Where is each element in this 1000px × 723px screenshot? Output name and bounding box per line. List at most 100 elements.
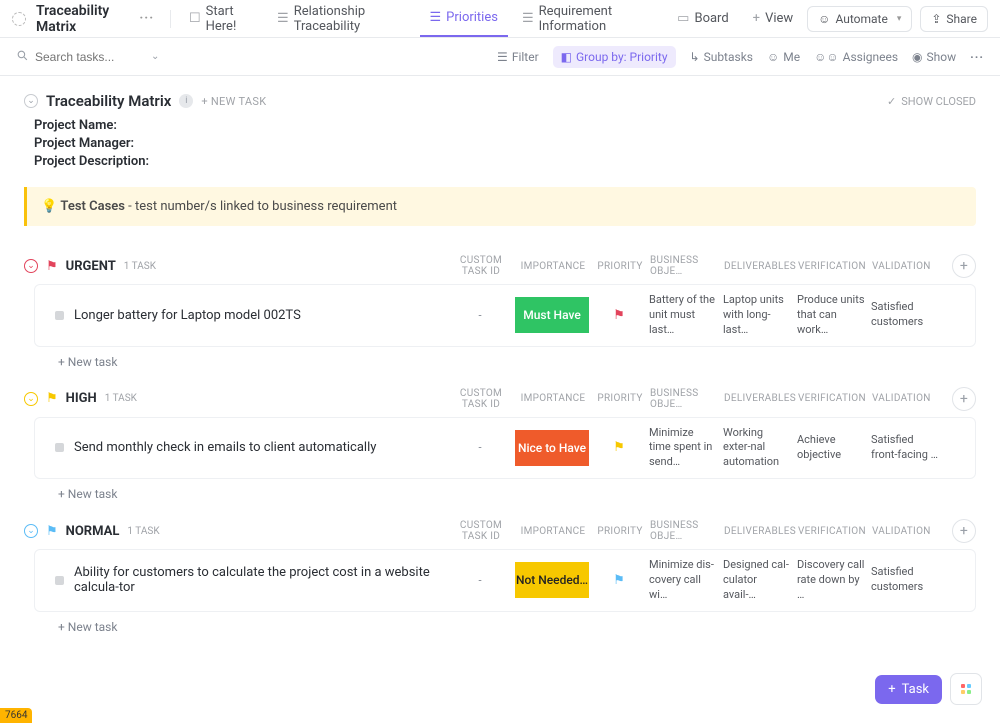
task-count: 1 TASK: [127, 526, 159, 537]
filter-button[interactable]: ☰ Filter: [497, 50, 539, 64]
tab-label: Requirement Information: [539, 4, 654, 34]
col-deliverables[interactable]: DELIVERABLES: [724, 526, 798, 537]
col-validation[interactable]: VALIDATION: [872, 526, 946, 537]
cell-verification[interactable]: Produce units that can work…: [797, 293, 871, 338]
apps-icon: [961, 684, 971, 694]
collapse-all-button[interactable]: ⌄: [24, 94, 38, 108]
cell-deliverables[interactable]: Designed cal-culator avail-…: [723, 558, 797, 603]
col-business-objective[interactable]: BUSINESS OBJE…: [650, 520, 724, 542]
cell-importance[interactable]: Not Needed…: [515, 562, 589, 598]
tab-priorities[interactable]: ☰ Priorities: [420, 0, 508, 37]
cell-validation[interactable]: Satisfied front-facing …: [871, 433, 945, 463]
add-column-button[interactable]: +: [952, 254, 976, 278]
cell-business-objective[interactable]: Minimize time spent in send…: [649, 426, 723, 471]
col-deliverables[interactable]: DELIVERABLES: [724, 393, 798, 404]
cell-verification[interactable]: Achieve objective: [797, 433, 871, 463]
cell-custom-task-id[interactable]: -: [445, 309, 515, 322]
new-task-header-button[interactable]: + NEW TASK: [201, 95, 266, 108]
subtasks-button[interactable]: ↳ Subtasks: [690, 50, 753, 64]
chevron-down-icon[interactable]: ⌄: [151, 51, 159, 62]
col-importance[interactable]: IMPORTANCE: [516, 393, 590, 404]
group-collapse-button[interactable]: ⌄: [24, 392, 38, 406]
page-menu-button[interactable]: ···: [139, 11, 154, 26]
task-title[interactable]: Ability for customers to calculate the p…: [74, 565, 445, 595]
col-validation[interactable]: VALIDATION: [872, 261, 946, 272]
search-input[interactable]: [35, 50, 145, 64]
new-task-button[interactable]: + New task: [58, 355, 976, 369]
col-verification[interactable]: VERIFICATION: [798, 526, 872, 537]
group-header: ⌄⚑NORMAL1 TASKCUSTOM TASK IDIMPORTANCEPR…: [24, 519, 976, 549]
cell-priority[interactable]: ⚑: [589, 573, 649, 588]
top-bar: Traceability Matrix ··· ☐ Start Here! ☰ …: [0, 0, 1000, 38]
status-square[interactable]: [55, 576, 64, 585]
add-column-button[interactable]: +: [952, 387, 976, 411]
col-importance[interactable]: IMPORTANCE: [516, 261, 590, 272]
fab-area: + Task: [875, 673, 982, 705]
group-collapse-button[interactable]: ⌄: [24, 259, 38, 273]
cell-priority[interactable]: ⚑: [589, 440, 649, 455]
show-button[interactable]: ◉ Show: [912, 50, 956, 64]
robot-icon: ☺: [818, 12, 830, 26]
filter-icon: ☰: [497, 50, 508, 64]
group-by-button[interactable]: ◧ Group by: Priority: [553, 46, 676, 68]
col-validation[interactable]: VALIDATION: [872, 393, 946, 404]
me-button[interactable]: ☺ Me: [767, 50, 800, 64]
new-task-fab[interactable]: + Task: [875, 675, 942, 704]
tab-board[interactable]: ▭ Board: [667, 0, 739, 37]
assignees-button[interactable]: ☺☺ Assignees: [814, 50, 898, 64]
cell-custom-task-id[interactable]: -: [445, 441, 515, 454]
cell-business-objective[interactable]: Battery of the unit must last…: [649, 293, 723, 338]
tab-start-here[interactable]: ☐ Start Here!: [179, 0, 263, 37]
tab-relationship-traceability[interactable]: ☰ Relationship Traceability: [267, 0, 415, 37]
apps-fab[interactable]: [950, 673, 982, 705]
task-row[interactable]: Ability for customers to calculate the p…: [34, 549, 976, 612]
col-custom-task-id[interactable]: CUSTOM TASK ID: [446, 388, 516, 410]
new-task-button[interactable]: + New task: [58, 487, 976, 501]
cell-deliverables[interactable]: Working exter-nal automation: [723, 426, 797, 471]
cell-custom-task-id[interactable]: -: [445, 574, 515, 587]
col-custom-task-id[interactable]: CUSTOM TASK ID: [446, 520, 516, 542]
new-task-button[interactable]: + New task: [58, 620, 976, 634]
col-verification[interactable]: VERIFICATION: [798, 261, 872, 272]
group-name: HIGH: [66, 391, 97, 406]
cell-business-objective[interactable]: Minimize dis-covery call wi…: [649, 558, 723, 603]
project-description-label: Project Description:: [34, 154, 976, 169]
cell-importance[interactable]: Nice to Have: [515, 430, 589, 466]
col-deliverables[interactable]: DELIVERABLES: [724, 261, 798, 272]
col-business-objective[interactable]: BUSINESS OBJE…: [650, 388, 724, 410]
cell-deliverables[interactable]: Laptop units with long-last…: [723, 293, 797, 338]
col-priority[interactable]: PRIORITY: [590, 526, 650, 537]
cell-validation[interactable]: Satisfied customers: [871, 565, 945, 595]
task-count: 1 TASK: [105, 393, 137, 404]
info-icon[interactable]: i: [179, 94, 193, 108]
col-verification[interactable]: VERIFICATION: [798, 393, 872, 404]
status-square[interactable]: [55, 443, 64, 452]
more-button[interactable]: ···: [970, 50, 984, 64]
task-title[interactable]: Send monthly check in emails to client a…: [74, 440, 445, 455]
cell-validation[interactable]: Satisfied customers: [871, 300, 945, 330]
share-button[interactable]: ⇪ Share: [920, 6, 988, 32]
col-importance[interactable]: IMPORTANCE: [516, 526, 590, 537]
cell-verification[interactable]: Discovery call rate down by …: [797, 558, 871, 603]
status-square[interactable]: [55, 311, 64, 320]
tab-add-view[interactable]: + View: [743, 0, 804, 37]
callout-text: - test number/s linked to business requi…: [125, 199, 397, 214]
cell-importance[interactable]: Must Have: [515, 297, 589, 333]
flag-icon: ⚑: [46, 391, 58, 406]
col-business-objective[interactable]: BUSINESS OBJE…: [650, 255, 724, 277]
task-row[interactable]: Longer battery for Laptop model 002TS-Mu…: [34, 284, 976, 347]
fab-task-label: Task: [902, 682, 929, 697]
flag-icon: ⚑: [613, 573, 625, 588]
cell-priority[interactable]: ⚑: [589, 308, 649, 323]
tab-requirement-information[interactable]: ☰ Requirement Information: [512, 0, 663, 37]
col-priority[interactable]: PRIORITY: [590, 393, 650, 404]
col-custom-task-id[interactable]: CUSTOM TASK ID: [446, 255, 516, 277]
task-row[interactable]: Send monthly check in emails to client a…: [34, 417, 976, 480]
task-title[interactable]: Longer battery for Laptop model 002TS: [74, 308, 445, 323]
add-column-button[interactable]: +: [952, 519, 976, 543]
show-closed-button[interactable]: ✓ SHOW CLOSED: [887, 95, 976, 108]
share-icon: ⇪: [931, 12, 941, 26]
col-priority[interactable]: PRIORITY: [590, 261, 650, 272]
automate-button[interactable]: ☺ Automate ▾: [807, 6, 912, 32]
group-collapse-button[interactable]: ⌄: [24, 524, 38, 538]
